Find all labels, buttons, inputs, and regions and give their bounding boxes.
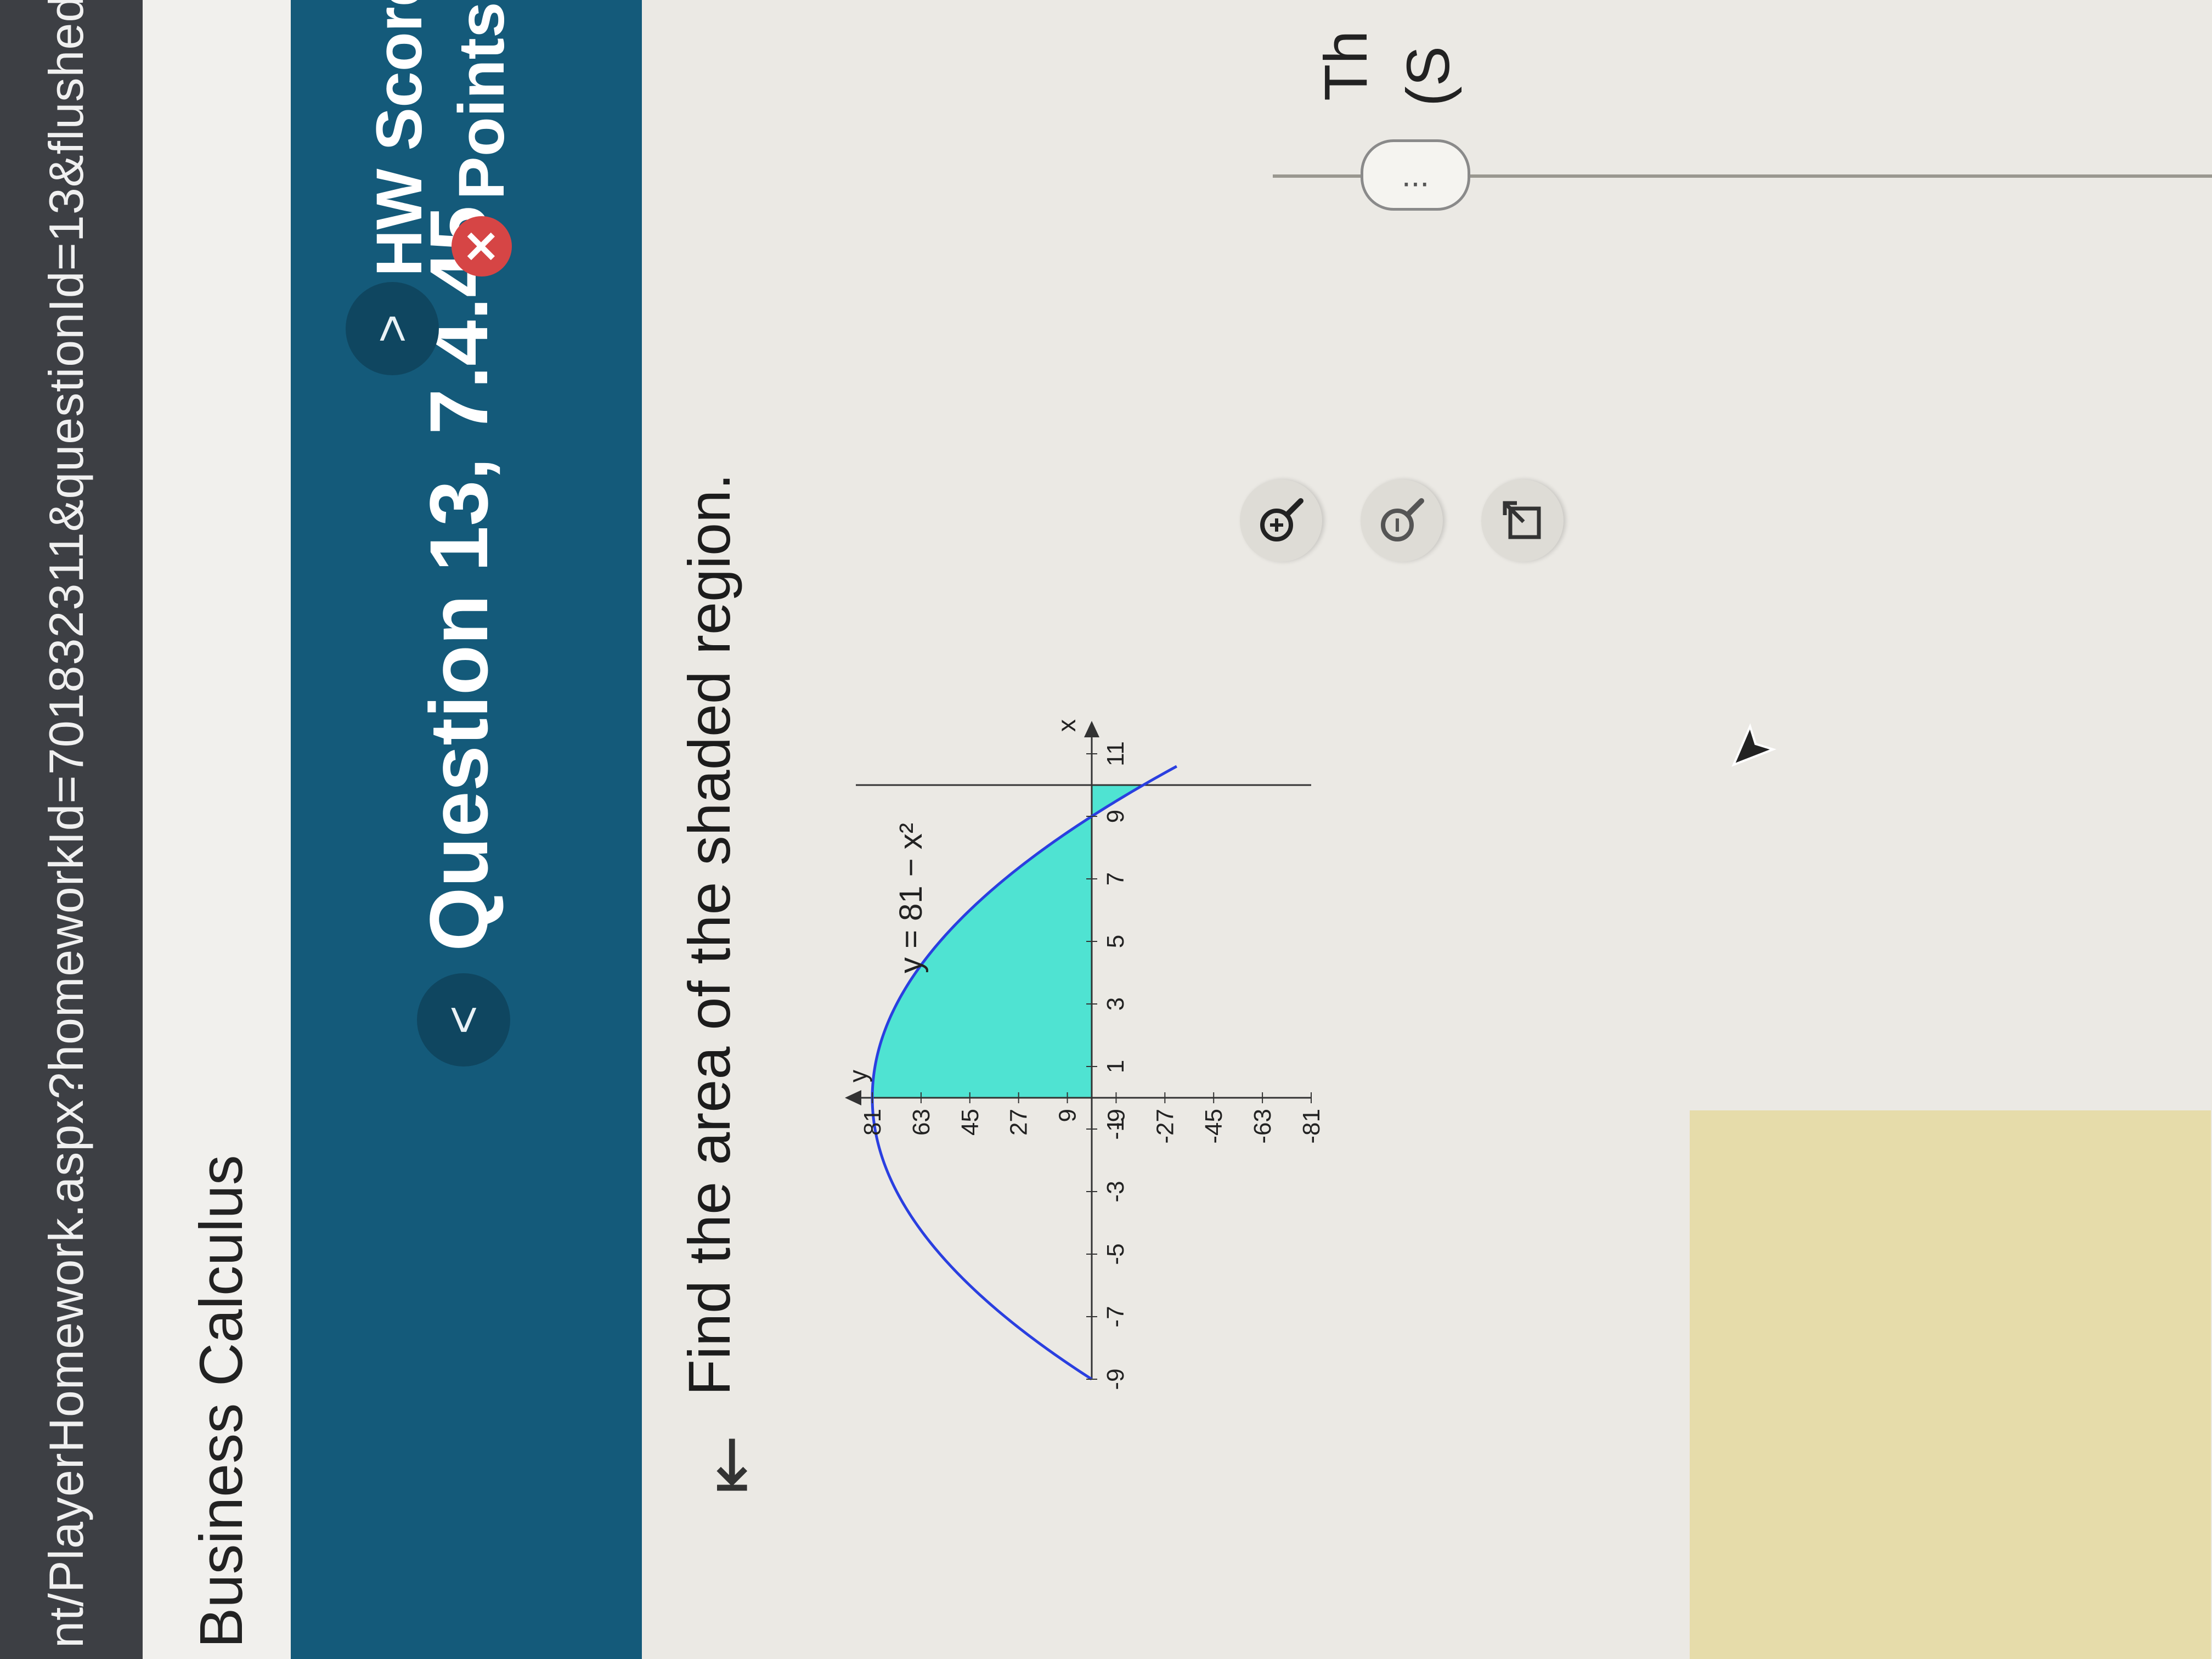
y-tick-label: -81 — [1298, 1109, 1325, 1144]
y-tick-label: 27 — [1006, 1109, 1032, 1136]
right-panel-title: Th — [1312, 30, 1380, 101]
y-tick-label: -63 — [1249, 1109, 1276, 1144]
more-options-button[interactable]: ... — [1361, 139, 1470, 211]
points-row: ✕ Points — [444, 2, 519, 276]
y-axis-label: y — [844, 1070, 872, 1082]
graph: -9-7-5-3-1135791181 63 45 27 9 -9 -27 -45 -63 -81… — [844, 719, 1325, 1390]
y-tick-label: 9 — [1054, 1109, 1081, 1122]
zoom-out-button[interactable] — [1361, 479, 1443, 562]
zoom-in-button[interactable] — [1240, 479, 1322, 562]
mouse-cursor-icon — [1731, 723, 1777, 767]
right-panel-subtitle: (S — [1395, 46, 1462, 106]
course-header: Business Calculus — [143, 0, 291, 1659]
x-tick-label: -5 — [1102, 1243, 1129, 1265]
y-tick-label: -45 — [1200, 1109, 1227, 1144]
external-link-icon — [1503, 501, 1541, 539]
course-title: Business Calculus — [188, 1155, 255, 1648]
x-tick-label: -3 — [1102, 1181, 1129, 1202]
x-tick-label: 9 — [1102, 810, 1129, 823]
x-axis-arrow — [1084, 721, 1099, 737]
incorrect-icon: ✕ — [452, 216, 512, 276]
y-tick-label: -27 — [1152, 1109, 1178, 1144]
x-tick-label: 11 — [1102, 741, 1129, 766]
browser-address-bar[interactable]: nt/PlayerHomework.aspx?homeworkId=701832… — [0, 0, 143, 1659]
x-axis-label: x — [1052, 719, 1081, 732]
x-tick-label: 5 — [1102, 935, 1129, 948]
zoom-in-icon — [1260, 498, 1304, 541]
collapse-icon[interactable]: ⇤ — [690, 1418, 770, 1494]
next-question-button[interactable]: > — [346, 282, 439, 375]
question-bar: < Question 13, 7.4.45 > HW Score ✕ Point… — [291, 0, 642, 1659]
equation-label: y = 81 − x² — [893, 823, 929, 973]
points-label: Points — [445, 2, 518, 200]
hw-score-label: HW Score — [363, 0, 436, 276]
x-tick-label: 3 — [1102, 997, 1129, 1011]
zoom-out-icon — [1381, 498, 1424, 541]
graph-tools — [1240, 479, 1564, 562]
y-tick-label: 81 — [859, 1109, 886, 1136]
previous-question-button[interactable]: < — [417, 973, 510, 1066]
y-tick-label: 63 — [908, 1109, 935, 1136]
y-axis-arrow — [845, 1090, 861, 1105]
y-tick-label: -9 — [1103, 1109, 1130, 1130]
url-text: nt/PlayerHomework.aspx?homeworkId=701832… — [39, 0, 93, 1648]
open-graph-button[interactable] — [1481, 479, 1564, 562]
x-tick-label: 7 — [1102, 872, 1129, 885]
chevron-left-icon: < — [436, 1005, 491, 1035]
x-tick-label: 1 — [1102, 1060, 1129, 1073]
y-tick-label: 45 — [957, 1109, 984, 1136]
answer-area-background — [1690, 1110, 2211, 1659]
homework-player: nt/PlayerHomework.aspx?homeworkId=701832… — [0, 0, 2212, 1659]
question-prompt: Find the area of the shaded region. — [676, 473, 742, 1396]
x-tick-label: -7 — [1102, 1306, 1129, 1327]
x-tick-label: -9 — [1102, 1368, 1129, 1390]
chevron-right-icon: > — [364, 314, 420, 343]
